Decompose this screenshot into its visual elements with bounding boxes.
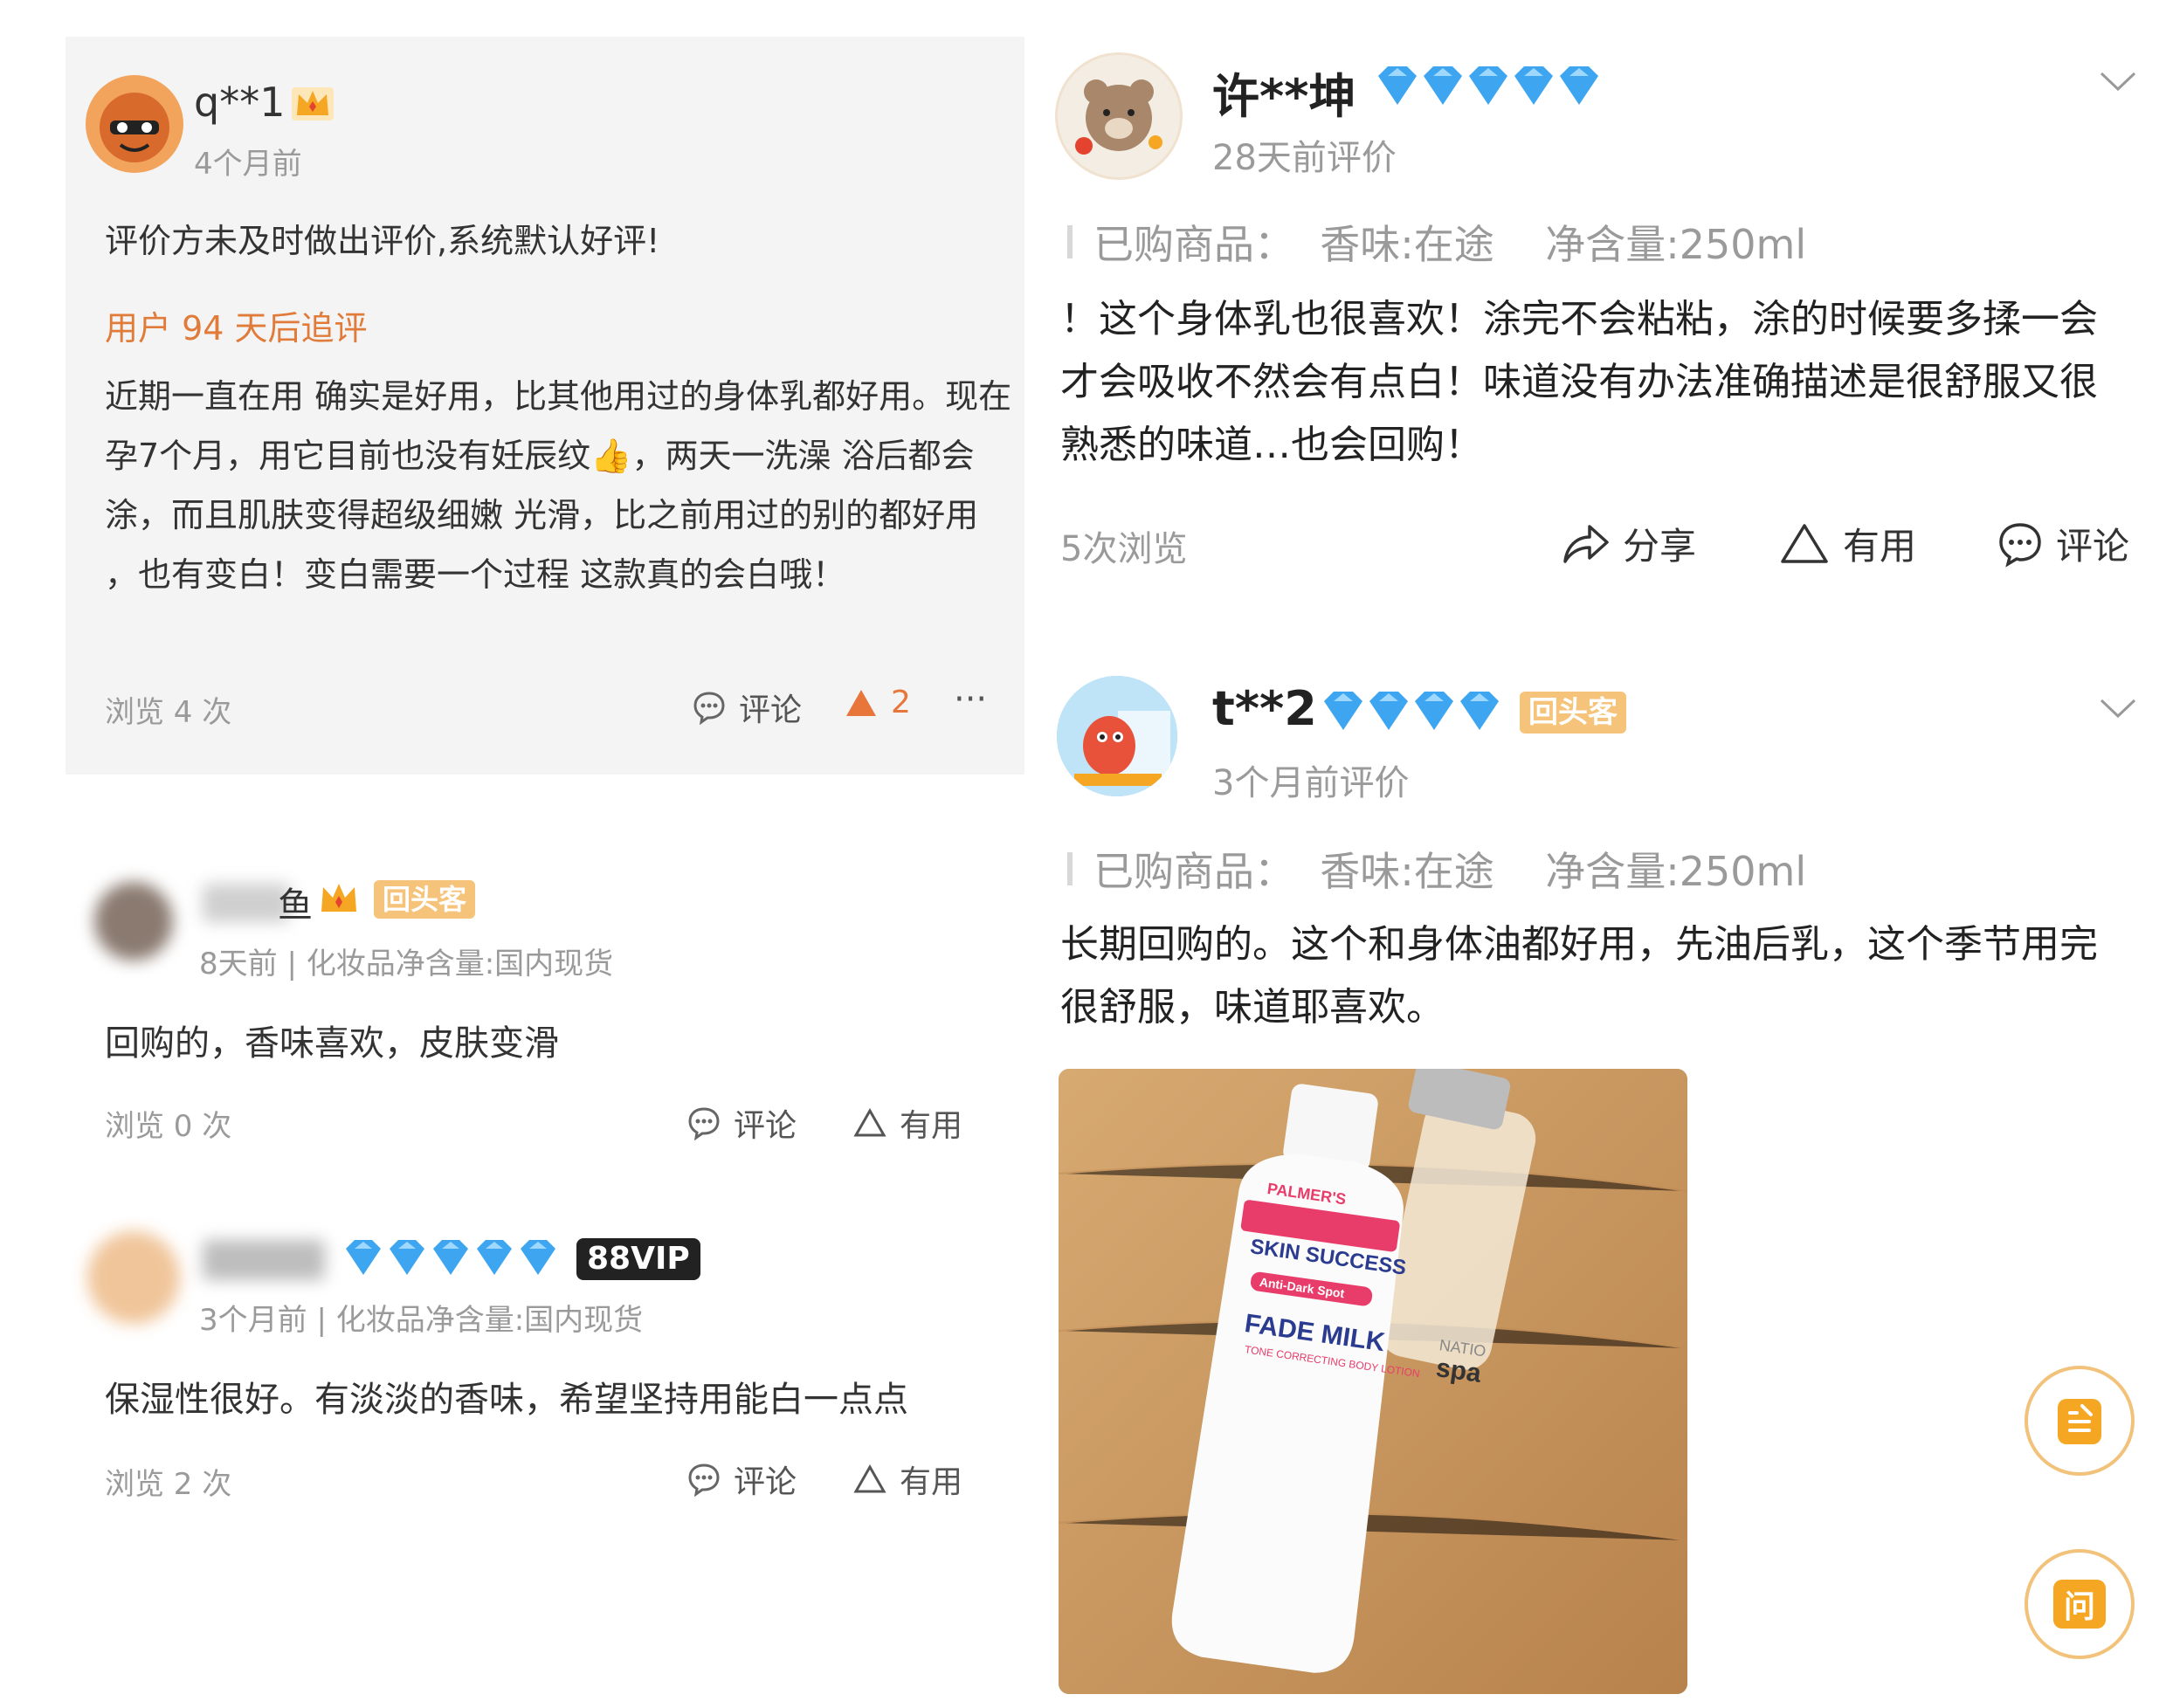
purchased-item-bar <box>1067 225 1073 258</box>
useful-button[interactable]: 2 <box>844 685 911 720</box>
useful-button[interactable]: 有用 <box>852 1457 962 1502</box>
chevron-down-icon[interactable] <box>2098 68 2138 98</box>
followup-review-text: 近期一直在用 确实是好用，比其他用过的身体乳都好用。现在孕7个月，用它目前也没有… <box>105 377 1012 594</box>
avatar-cartoon-icon <box>100 93 169 162</box>
comment-button[interactable]: 评论 <box>1997 517 2129 570</box>
product-photo-image: PALMER'S SKIN SUCCESS Anti-Dark Spot FAD… <box>1059 1069 1687 1694</box>
purchased-item-bar <box>1067 852 1073 885</box>
user-avatar[interactable] <box>1055 52 1183 180</box>
diamond-level-badges <box>1321 688 1504 737</box>
useful-button[interactable]: 有用 <box>852 1100 962 1146</box>
review-meta: 3个月前 | 化妆品净含量:国内现货 <box>199 1303 644 1338</box>
comment-icon <box>688 1107 720 1140</box>
view-count: 浏览 0 次 <box>105 1109 232 1144</box>
review-time: 28天前评价 <box>1212 138 1397 178</box>
crayfish-avatar-icon <box>1057 676 1177 796</box>
comment-button[interactable]: 评论 <box>692 685 802 730</box>
review-meta: 8天前 | 化妆品净含量:国内现货 <box>199 947 614 981</box>
share-label: 分享 <box>1623 525 1697 568</box>
followup-label: 用户 94 天后追评 <box>105 309 368 348</box>
returning-customer-tag: 回头客 <box>1520 692 1626 733</box>
review-time: 4个月前 <box>194 147 302 182</box>
username[interactable]: t**2 <box>1212 681 1317 736</box>
review-text: 长期回购的。这个和身体油都好用，先油后乳，这个季节用完很舒服，味道耶喜欢。 <box>1060 922 2098 1030</box>
floating-ask-button[interactable]: 问 <box>2025 1549 2135 1659</box>
crown-badge-icon <box>316 878 362 920</box>
diamond-icons <box>1378 66 1598 105</box>
user-avatar[interactable] <box>1057 676 1177 796</box>
triangle-up-outline-icon <box>853 1464 886 1493</box>
review-time: 3个月前评价 <box>1212 763 1410 803</box>
user-avatar[interactable] <box>87 1231 180 1324</box>
ask-label: 问 <box>2053 1580 2106 1629</box>
share-icon <box>1563 524 1609 563</box>
returning-customer-label: 回头客 <box>374 880 476 919</box>
share-button[interactable]: 分享 <box>1560 517 1696 570</box>
view-count: 5次浏览 <box>1060 529 1188 569</box>
purchased-item: 已购商品： 香味:在途 净含量:250ml <box>1093 848 1807 895</box>
username-blurred <box>203 884 290 922</box>
diamond-icons <box>1324 692 1499 730</box>
username-tail: 鱼 <box>278 885 313 926</box>
user-avatar[interactable] <box>86 75 183 173</box>
comment-icon <box>688 1464 720 1497</box>
useful-label: 有用 <box>900 1108 963 1144</box>
vip-tag: 88VIP <box>576 1238 700 1280</box>
review-text: 回购的，香味喜欢，皮肤变滑 <box>105 1023 559 1064</box>
view-count: 浏览 4 次 <box>105 695 232 730</box>
username-blurred <box>203 1240 325 1280</box>
useful-label: 有用 <box>900 1464 963 1500</box>
diamond-level-badges <box>342 1236 561 1284</box>
view-count: 浏览 2 次 <box>105 1467 232 1502</box>
comment-button[interactable]: 评论 <box>686 1457 797 1502</box>
review-photo[interactable]: PALMER'S SKIN SUCCESS Anti-Dark Spot FAD… <box>1059 1069 1687 1694</box>
more-options-icon[interactable]: ··· <box>954 679 987 720</box>
floating-orders-button[interactable] <box>2025 1366 2135 1476</box>
vip-label: 88VIP <box>576 1238 700 1280</box>
default-review-text: 评价方未及时做出评价,系统默认好评! <box>105 222 660 260</box>
returning-customer-tag: 回头客 <box>374 880 476 919</box>
chevron-down-icon[interactable] <box>2098 695 2138 725</box>
diamond-level-badges <box>1375 63 1604 112</box>
purchased-item: 已购商品： 香味:在途 净含量:250ml <box>1093 221 1807 268</box>
username[interactable]: q**1 <box>194 79 285 126</box>
useful-count: 2 <box>891 685 911 720</box>
crown-badge-icon <box>290 84 335 126</box>
review-text: 保湿性很好。有淡淡的香味，希望坚持用能白一点点 <box>105 1380 908 1420</box>
diamond-icons <box>346 1240 555 1275</box>
user-avatar[interactable] <box>94 882 173 961</box>
useful-button[interactable]: 有用 <box>1778 517 1916 570</box>
clipboard-icon <box>2058 1399 2101 1444</box>
comment-icon <box>1999 522 2041 568</box>
triangle-up-outline-icon <box>853 1107 886 1137</box>
useful-label: 有用 <box>1843 525 1917 568</box>
triangle-up-filled-icon <box>846 689 876 716</box>
comment-label: 评论 <box>734 1464 797 1500</box>
comment-icon <box>693 692 725 725</box>
comment-label: 评论 <box>2056 525 2130 568</box>
review-text: ！这个身体乳也很喜欢！涂完不会粘粘，涂的时候要多揉一会才会吸收不然会有点白！味道… <box>1060 297 2098 467</box>
returning-customer-label: 回头客 <box>1520 692 1626 733</box>
comment-label: 评论 <box>734 1108 797 1144</box>
bear-avatar-icon <box>1075 79 1162 155</box>
username[interactable]: 许**坤 <box>1212 58 1355 127</box>
triangle-up-outline-icon <box>1781 523 1828 563</box>
comment-label: 评论 <box>739 692 803 728</box>
comment-button[interactable]: 评论 <box>686 1100 797 1146</box>
